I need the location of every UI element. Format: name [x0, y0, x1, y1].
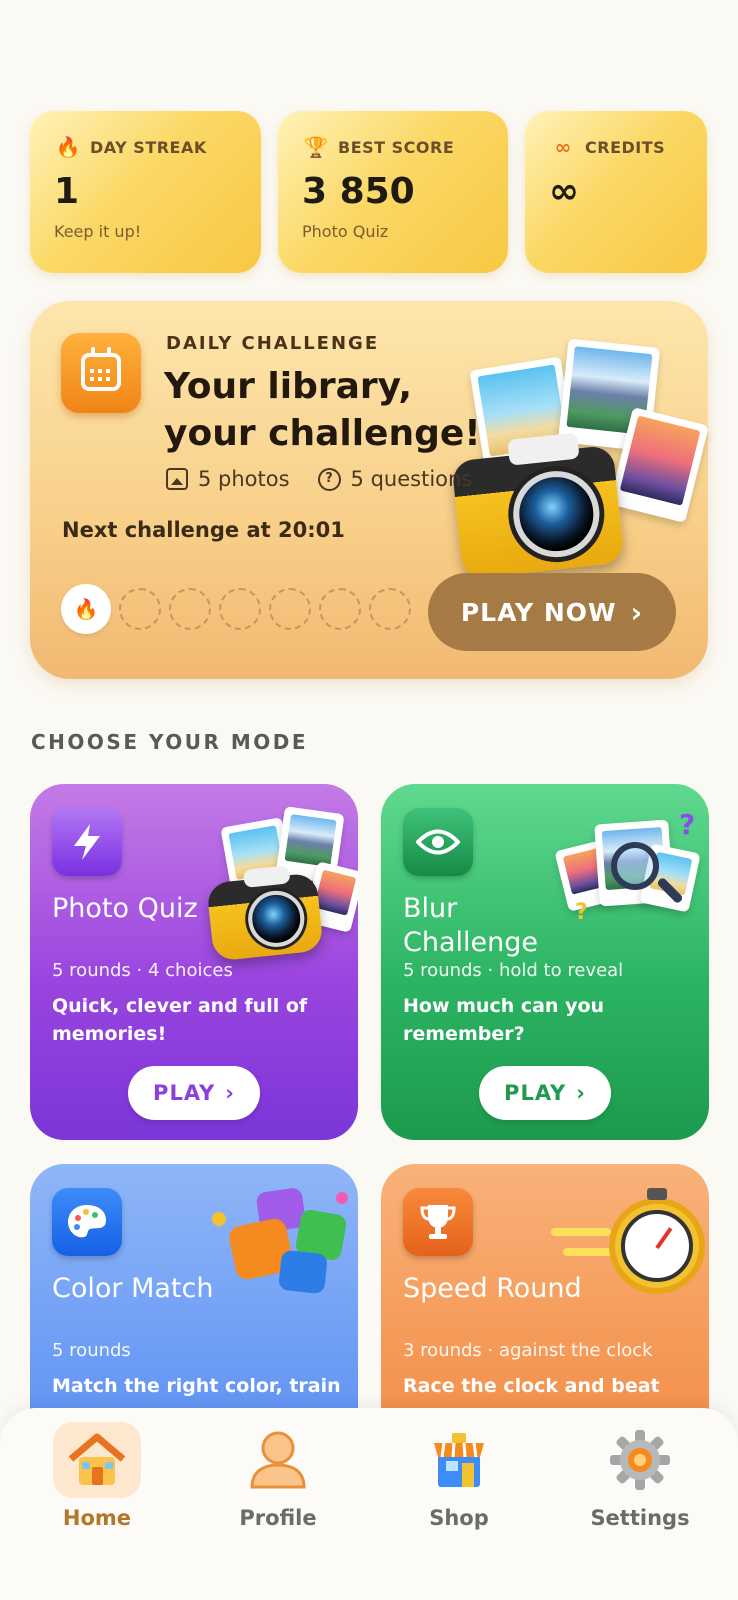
- stat-value: 3 850: [302, 171, 415, 212]
- mode-card-photo-quiz[interactable]: Photo Quiz 5 rounds · 4 choices Quick, c…: [30, 784, 358, 1140]
- nav-label: Home: [62, 1506, 132, 1530]
- stopwatch-illustration: [551, 1186, 706, 1311]
- nav-label: Profile: [239, 1506, 317, 1530]
- streak-day-pending: [169, 588, 211, 630]
- mode-description: Match the right color, train: [52, 1375, 341, 1397]
- calendar-icon: [61, 333, 141, 413]
- mode-title: Blur Challenge: [403, 893, 538, 958]
- play-now-label: PLAY NOW: [460, 597, 617, 627]
- trophy-icon: 🏆: [303, 135, 329, 159]
- streak-day-pending: [369, 588, 411, 630]
- palette-icon: [52, 1188, 122, 1256]
- question-count-label: 5 questions: [350, 467, 473, 491]
- nav-label: Settings: [590, 1506, 690, 1530]
- nav-shop[interactable]: Shop: [394, 1422, 524, 1532]
- stat-subtitle: Photo Quiz: [302, 222, 389, 241]
- home-icon: [53, 1422, 141, 1498]
- nav-label: Shop: [429, 1506, 489, 1530]
- stat-value: ∞: [549, 171, 579, 212]
- eye-icon: [403, 808, 473, 876]
- nav-home[interactable]: Home: [32, 1422, 162, 1532]
- chevron-right-icon: ›: [225, 1081, 235, 1105]
- play-button[interactable]: PLAY ›: [128, 1066, 260, 1120]
- magnifier-photos-illustration: ? ?: [554, 808, 701, 944]
- streak-day-pending: [119, 588, 161, 630]
- daily-challenge-kicker: DAILY CHALLENGE: [166, 333, 380, 354]
- stat-value: 1: [54, 171, 80, 212]
- mode-description: How much can you remember?: [403, 995, 605, 1045]
- question-icon: ?: [317, 467, 341, 491]
- flame-icon: 🔥: [73, 597, 99, 621]
- image-icon: [166, 468, 188, 490]
- mode-rounds: 3 rounds · against the clock: [403, 1340, 653, 1361]
- play-label: PLAY: [504, 1081, 567, 1105]
- settings-icon: [596, 1422, 684, 1498]
- shop-icon: [415, 1422, 503, 1498]
- mode-rounds: 5 rounds · 4 choices: [52, 960, 233, 981]
- mode-description: Quick, clever and full of memories!: [52, 995, 308, 1045]
- profile-icon: [234, 1422, 322, 1498]
- daily-challenge-card[interactable]: DAILY CHALLENGE Your library, your chall…: [30, 301, 709, 679]
- next-challenge-text: Next challenge at 20:01: [62, 518, 345, 542]
- play-button[interactable]: PLAY ›: [479, 1066, 611, 1120]
- streak-day-pending: [219, 588, 261, 630]
- stat-label: BEST SCORE: [338, 137, 455, 157]
- question-count: ? 5 questions: [317, 467, 473, 491]
- mode-description: Race the clock and beat: [403, 1375, 660, 1397]
- mode-card-blur-challenge[interactable]: Blur Challenge ? ? 5 rounds · hold to re…: [381, 784, 709, 1140]
- credits-card[interactable]: ∞ CREDITS ∞: [525, 111, 707, 273]
- day-streak-card[interactable]: 🔥 DAY STREAK 1 Keep it up!: [30, 111, 261, 273]
- nav-profile[interactable]: Profile: [213, 1422, 343, 1532]
- stat-subtitle: Keep it up!: [54, 222, 142, 241]
- trophy-icon: [403, 1188, 473, 1256]
- camera-photos-illustration: [425, 335, 725, 595]
- camera-photos-illustration: [202, 802, 358, 962]
- stat-label: DAY STREAK: [90, 137, 207, 157]
- section-title: CHOOSE YOUR MODE: [31, 730, 308, 754]
- mode-rounds: 5 rounds · hold to reveal: [403, 960, 624, 981]
- play-label: PLAY: [153, 1081, 216, 1105]
- streak-day-pending: [319, 588, 361, 630]
- photo-count-label: 5 photos: [198, 467, 290, 491]
- chevron-right-icon: ›: [576, 1081, 586, 1105]
- streak-day-completed: 🔥: [61, 584, 111, 634]
- color-blocks-illustration: [208, 1182, 353, 1302]
- bottom-navigation: Home Profile Shop Settings: [0, 1408, 738, 1600]
- streak-progress: 🔥: [61, 584, 411, 634]
- mode-title: Photo Quiz: [52, 893, 198, 924]
- streak-day-pending: [269, 588, 311, 630]
- lightning-icon: [52, 808, 122, 876]
- flame-icon: 🔥: [55, 135, 81, 159]
- mode-rounds: 5 rounds: [52, 1340, 131, 1361]
- home-screen: 🔥 DAY STREAK 1 Keep it up! 🏆 BEST SCORE …: [0, 0, 738, 1600]
- nav-settings[interactable]: Settings: [575, 1422, 705, 1532]
- mode-title: Color Match: [52, 1273, 214, 1304]
- photo-count: 5 photos: [166, 467, 290, 491]
- stat-label: CREDITS: [585, 137, 666, 157]
- chevron-right-icon: ›: [630, 595, 644, 629]
- play-now-button[interactable]: PLAY NOW ›: [428, 573, 676, 651]
- best-score-card[interactable]: 🏆 BEST SCORE 3 850 Photo Quiz: [278, 111, 508, 273]
- infinity-icon: ∞: [554, 135, 572, 159]
